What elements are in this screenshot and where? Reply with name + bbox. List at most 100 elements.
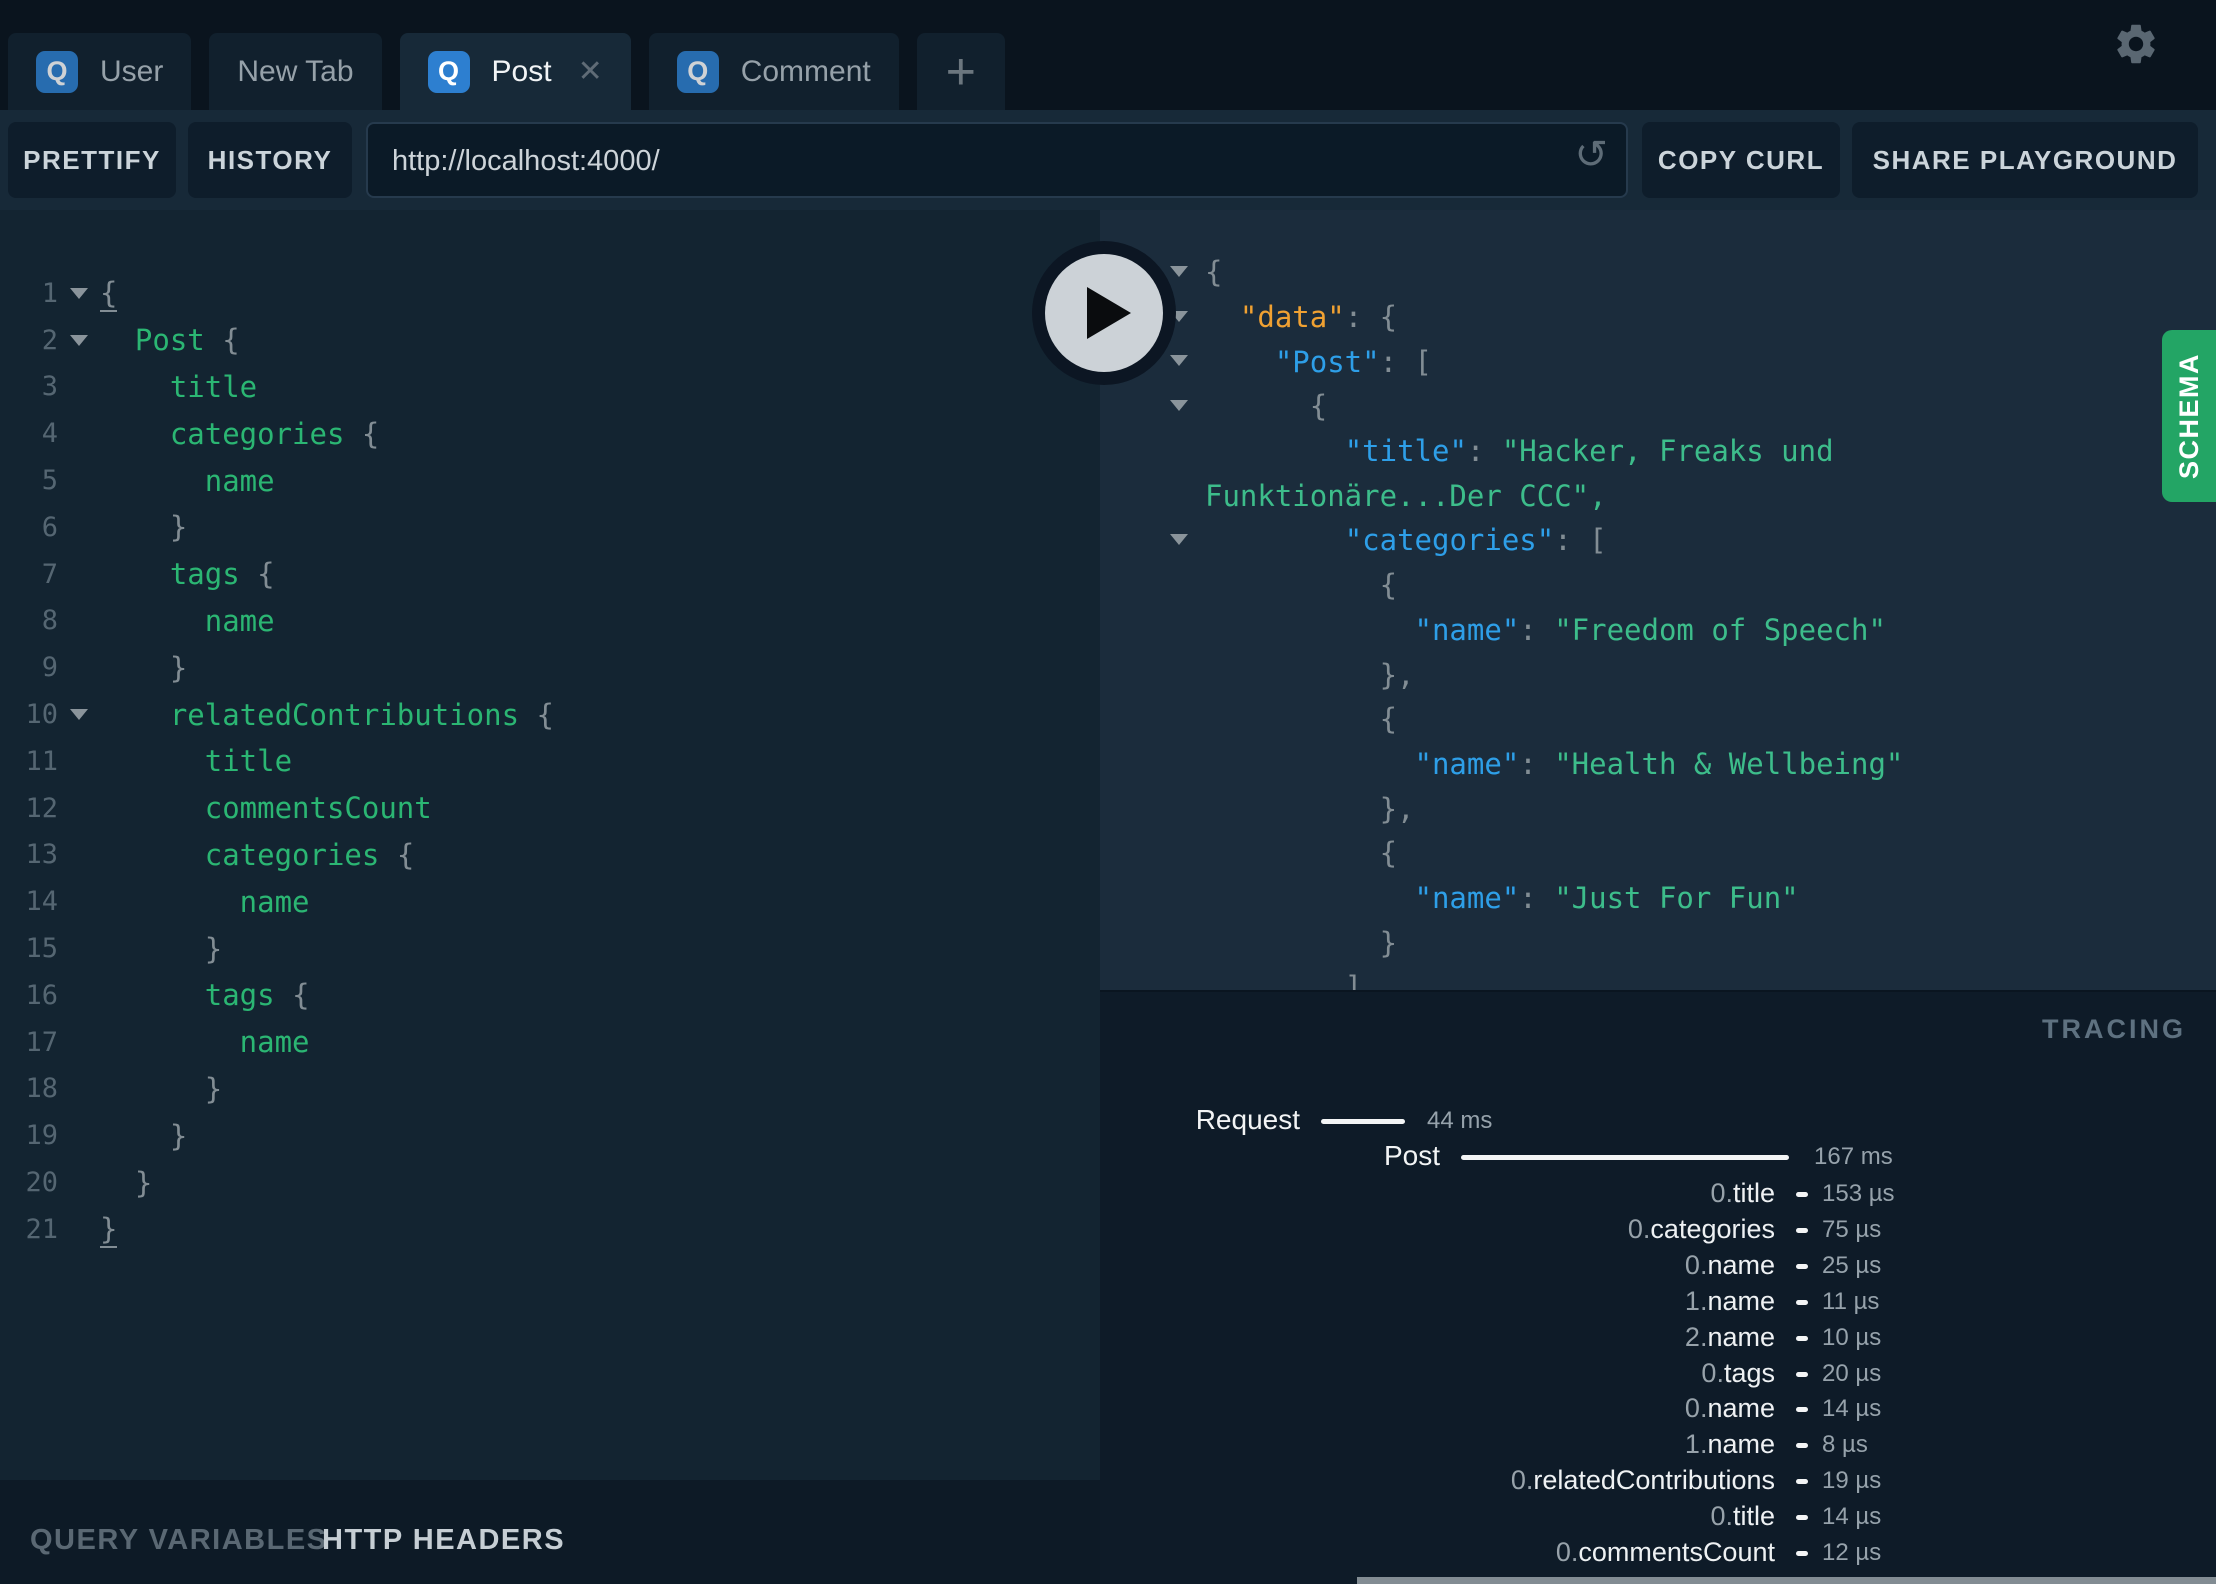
query-badge-icon: Q (676, 50, 719, 93)
response-line: "title": "Hacker, Freaks und (1100, 429, 2216, 474)
response-line: { (1100, 250, 2216, 295)
line-number: 8 (41, 605, 58, 637)
response-text: ] (1205, 970, 1363, 990)
response-text: } (1205, 925, 1398, 960)
response-line: Funktionäre...Der CCC", (1100, 473, 2216, 518)
endpoint-url-input[interactable] (390, 124, 1534, 198)
code-line: 2 Post { (0, 317, 1100, 364)
code-text: name (100, 463, 275, 498)
code-text: relatedContributions { (100, 697, 554, 732)
response-line: "name": "Health & Wellbeing" (1100, 742, 2216, 787)
line-number: 3 (41, 371, 58, 403)
line-number: 9 (41, 652, 58, 684)
http-headers-tab[interactable]: HTTP HEADERS (322, 1524, 565, 1557)
tab-label: User (100, 54, 164, 88)
copy-curl-button[interactable]: COPY CURL (1642, 122, 1840, 198)
tracing-panel: TRACING Request 44 ms Post 167 ms 0.title 153… (1100, 990, 2216, 1584)
fold-arrow-icon[interactable] (1170, 400, 1188, 412)
line-number: 10 (25, 699, 58, 731)
line-number: 17 (25, 1026, 58, 1058)
code-line: 16 tags { (0, 972, 1100, 1019)
fold-arrow-icon[interactable] (58, 334, 100, 346)
fold-arrow-icon[interactable] (1170, 355, 1188, 367)
tracing-duration-bar (1796, 1443, 1808, 1449)
code-text: name (100, 1025, 310, 1060)
code-line: 10 relatedContributions { (0, 691, 1100, 738)
tracing-span-value: 167 ms (1814, 1143, 1893, 1170)
tracing-field-label: 1.name (1684, 1285, 1775, 1316)
execute-button[interactable] (1032, 241, 1176, 385)
tab-label: Comment (740, 54, 871, 88)
fold-arrow-icon[interactable] (1170, 266, 1188, 277)
tab-bar: Q User New Tab Q Post ✕ Q Comment + (0, 0, 2216, 110)
fold-arrow-icon[interactable] (58, 287, 100, 299)
tracing-span-value: 44 ms (1427, 1107, 1493, 1134)
code-text: categories { (100, 837, 415, 872)
tracing-field-label: 0.commentsCount (1555, 1537, 1775, 1567)
tracing-field-value: 11 µs (1822, 1287, 1880, 1315)
tracing-field-value: 14 µs (1822, 1503, 1882, 1531)
code-text: } (100, 1212, 118, 1249)
response-line: } (1100, 920, 2216, 965)
query-editor[interactable]: 1{2 Post {3 title 4 categories {5 name 6 }… (0, 210, 1100, 1480)
endpoint-url-box: ↺ (366, 122, 1628, 198)
tracing-duration-bar (1796, 1515, 1808, 1521)
tracing-duration-bar (1796, 1299, 1808, 1305)
line-number: 5 (41, 465, 58, 497)
reset-endpoint-icon[interactable]: ↺ (1574, 132, 1608, 178)
code-text: tags { (100, 978, 310, 1013)
line-number: 21 (25, 1213, 58, 1245)
tracing-field-label: 0.relatedContributions (1510, 1465, 1775, 1496)
code-line: 21} (0, 1206, 1100, 1253)
response-line: "categories": [ (1100, 518, 2216, 563)
line-number: 18 (25, 1073, 58, 1105)
tab-new-tab[interactable]: New Tab (209, 33, 382, 110)
tab-close-icon[interactable]: ✕ (578, 56, 603, 87)
code-text: } (100, 1118, 188, 1153)
code-line: 7 tags { (0, 551, 1100, 598)
response-text: { (1205, 702, 1398, 737)
code-line: 19 } (0, 1112, 1100, 1159)
code-text: Post { (134, 323, 240, 358)
tab-comment[interactable]: Q Comment (648, 33, 899, 110)
line-number: 19 (25, 1120, 58, 1152)
fold-arrow-icon[interactable] (1170, 534, 1188, 546)
share-playground-button[interactable]: SHARE PLAYGROUND (1852, 122, 2198, 198)
tracing-duration-bar (1796, 1335, 1808, 1341)
schema-side-tab[interactable]: SCHEMA (2162, 330, 2216, 502)
response-line: }, (1100, 652, 2216, 697)
tab-user[interactable]: Q User (8, 33, 192, 110)
query-variables-tab[interactable]: QUERY VARIABLES (30, 1524, 328, 1557)
response-line: { (1100, 831, 2216, 876)
tab-post[interactable]: Q Post ✕ (399, 33, 631, 110)
tracing-field-value: 10 µs (1822, 1323, 1882, 1351)
tracing-field-value: 20 µs (1822, 1359, 1882, 1387)
response-text: "name": "Just For Fun" (1414, 880, 1799, 915)
query-code-lines: 1{2 Post {3 title 4 categories {5 name 6 }… (0, 270, 1100, 1253)
history-button[interactable]: HISTORY (188, 122, 352, 198)
play-icon (1087, 287, 1131, 339)
code-text: title (100, 369, 258, 404)
response-text: }, (1205, 657, 1415, 692)
tracing-field-label: 2.name (1684, 1321, 1775, 1352)
response-text: "name": "Health & Wellbeing" (1414, 746, 1904, 781)
tracing-field-label: 0.name (1684, 1249, 1775, 1280)
tracing-duration-bar (1796, 1551, 1808, 1556)
response-line: { (1100, 697, 2216, 742)
settings-gear-icon[interactable] (2112, 20, 2160, 68)
tracing-horizontal-scrollbar[interactable] (1357, 1577, 2216, 1584)
tracing-duration-bar (1796, 1407, 1808, 1413)
code-line: 6 } (0, 504, 1100, 551)
tracing-field-value: 75 µs (1822, 1215, 1882, 1243)
code-text: commentsCount (100, 791, 432, 826)
editor-footer-bar: QUERY VARIABLES HTTP HEADERS (0, 1480, 1100, 1584)
tracing-field-value: 14 µs (1822, 1395, 1882, 1423)
code-text: { (100, 276, 118, 313)
code-line: 9 } (0, 644, 1100, 691)
new-tab-button[interactable]: + (916, 33, 1005, 110)
tracing-duration-bar (1796, 1371, 1808, 1377)
prettify-button[interactable]: PRETTIFY (8, 122, 176, 198)
response-line: }, (1100, 786, 2216, 831)
code-line: 12 commentsCount (0, 785, 1100, 832)
fold-arrow-icon[interactable] (58, 709, 100, 721)
